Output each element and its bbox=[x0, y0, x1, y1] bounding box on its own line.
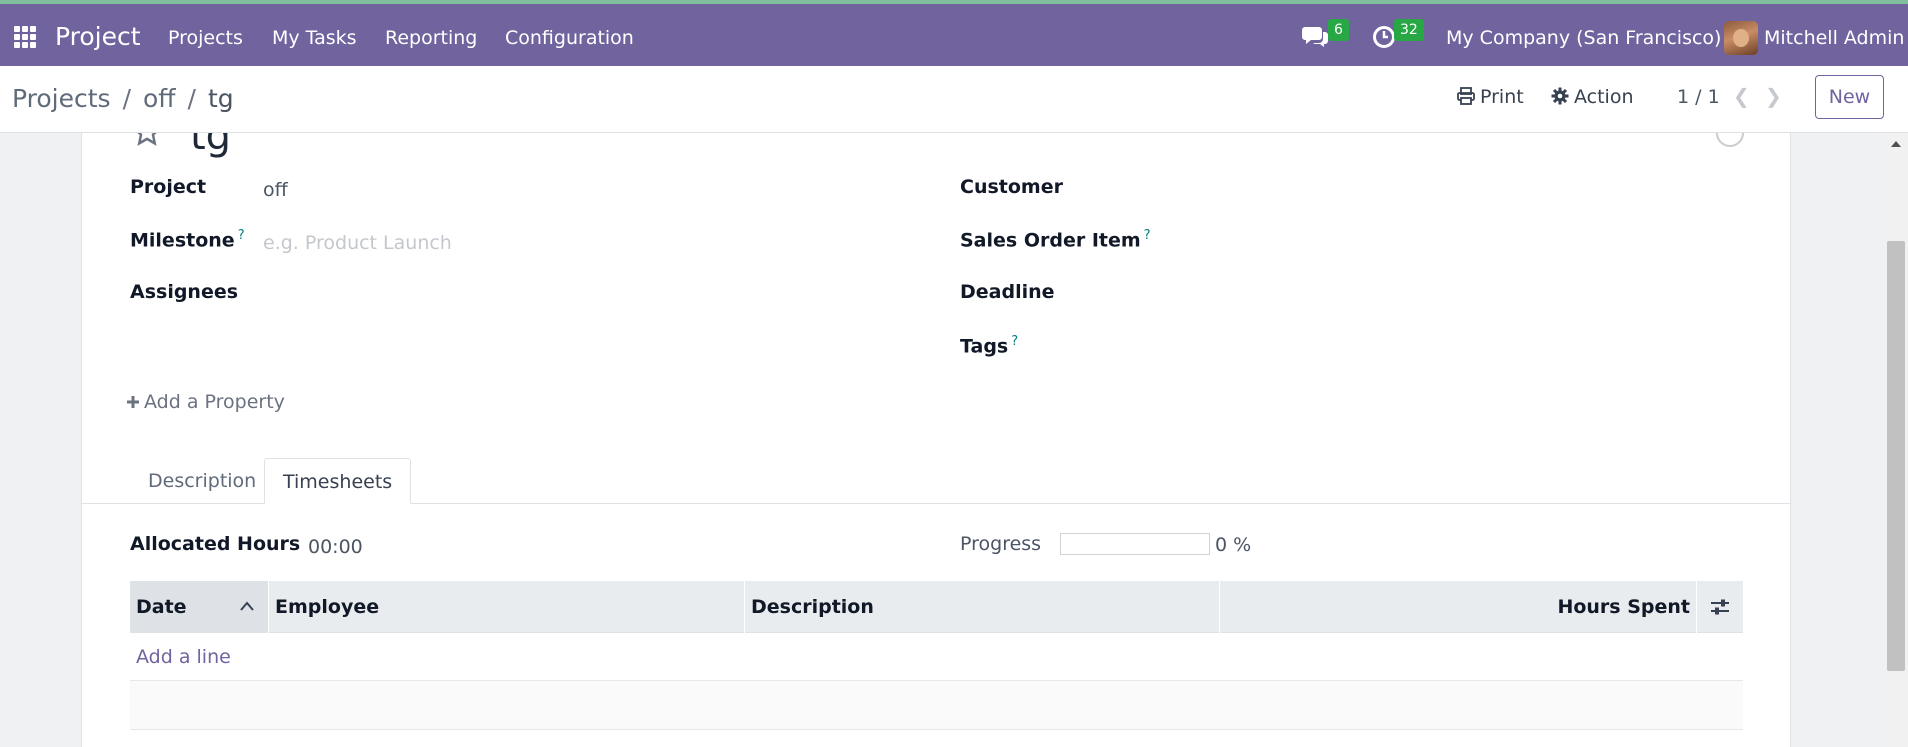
task-status-circle[interactable] bbox=[1716, 133, 1744, 147]
allocated-hours-label: Allocated Hours bbox=[130, 533, 301, 555]
allocated-hours-field[interactable]: 00:00 bbox=[308, 536, 363, 558]
print-label: Print bbox=[1480, 86, 1524, 108]
customer-label: Customer bbox=[960, 176, 1063, 198]
scrollbar-thumb[interactable] bbox=[1887, 241, 1905, 671]
table-row bbox=[130, 681, 1743, 730]
menu-my-tasks[interactable]: My Tasks bbox=[272, 27, 357, 49]
sales-order-item-label: Sales Order Item? bbox=[960, 228, 1151, 251]
sales-order-item-label-text: Sales Order Item bbox=[960, 229, 1141, 252]
activities-badge: 32 bbox=[1394, 19, 1424, 41]
tab-timesheets[interactable]: Timesheets bbox=[264, 458, 412, 504]
add-line-row: Add a line bbox=[130, 633, 1743, 681]
milestone-label: Milestone? bbox=[130, 228, 245, 251]
task-form-sheet: tg Project off Milestone? e.g. Product L… bbox=[81, 133, 1791, 747]
pager-value[interactable]: 1 / 1 bbox=[1677, 86, 1720, 108]
control-panel: Projects / off / tg Print Action 1 / 1 ❮ ❯ N… bbox=[0, 66, 1908, 133]
timesheets-table: Date Employee Description Hours Spent Ad… bbox=[130, 581, 1743, 730]
menu-projects[interactable]: Projects bbox=[168, 27, 243, 49]
breadcrumb-current: tg bbox=[207, 84, 234, 113]
tags-label: Tags? bbox=[960, 334, 1018, 357]
menu-configuration[interactable]: Configuration bbox=[505, 27, 634, 49]
project-field[interactable]: off bbox=[263, 179, 288, 201]
sales-order-item-help-icon[interactable]: ? bbox=[1144, 228, 1151, 243]
add-property-label: Add a Property bbox=[144, 391, 285, 413]
priority-star-icon[interactable] bbox=[132, 133, 162, 147]
company-switcher[interactable]: My Company (San Francisco) bbox=[1446, 27, 1721, 49]
column-employee[interactable]: Employee bbox=[269, 581, 745, 633]
deadline-label: Deadline bbox=[960, 281, 1055, 303]
new-button[interactable]: New bbox=[1815, 75, 1884, 119]
assignees-label: Assignees bbox=[130, 281, 239, 303]
column-description[interactable]: Description bbox=[745, 581, 1220, 633]
top-navbar: Project Projects My Tasks Reporting Conf… bbox=[0, 0, 1908, 66]
column-hours-spent[interactable]: Hours Spent bbox=[1220, 581, 1697, 633]
column-date-label: Date bbox=[136, 596, 187, 618]
breadcrumb-separator: / bbox=[187, 84, 196, 113]
print-button[interactable]: Print bbox=[1457, 86, 1524, 108]
project-label: Project bbox=[130, 176, 207, 198]
milestone-help-icon[interactable]: ? bbox=[238, 228, 245, 243]
tags-help-icon[interactable]: ? bbox=[1011, 334, 1018, 349]
add-property-button[interactable]: Add a Property bbox=[126, 391, 285, 413]
optional-columns-toggle[interactable] bbox=[1697, 581, 1743, 633]
app-brand[interactable]: Project bbox=[55, 22, 141, 51]
menu-reporting[interactable]: Reporting bbox=[385, 27, 477, 49]
action-label: Action bbox=[1574, 86, 1634, 108]
table-header: Date Employee Description Hours Spent bbox=[130, 581, 1743, 633]
page-scrollbar[interactable] bbox=[1884, 133, 1908, 747]
breadcrumb: Projects / off / tg bbox=[12, 84, 234, 113]
sliders-icon bbox=[1711, 599, 1729, 615]
apps-menu-icon[interactable] bbox=[14, 26, 36, 48]
task-title[interactable]: tg bbox=[190, 133, 231, 159]
progress-bar bbox=[1060, 533, 1210, 555]
tab-description[interactable]: Description bbox=[130, 458, 274, 504]
column-date[interactable]: Date bbox=[130, 581, 269, 633]
tags-label-text: Tags bbox=[960, 335, 1009, 358]
progress-value: 0 % bbox=[1215, 534, 1252, 556]
breadcrumb-separator: / bbox=[122, 84, 131, 113]
action-button[interactable]: Action bbox=[1551, 86, 1634, 108]
sort-ascending-icon bbox=[240, 601, 254, 611]
scroll-up-arrow-icon[interactable] bbox=[1891, 141, 1901, 147]
messages-icon[interactable] bbox=[1302, 22, 1330, 50]
progress-label: Progress bbox=[960, 533, 1042, 555]
breadcrumb-project-off[interactable]: off bbox=[143, 84, 176, 113]
gear-icon bbox=[1551, 87, 1569, 105]
plus-icon bbox=[127, 396, 139, 408]
printer-icon bbox=[1457, 87, 1475, 105]
milestone-field[interactable]: e.g. Product Launch bbox=[263, 232, 452, 254]
pager-next-icon[interactable]: ❯ bbox=[1765, 84, 1782, 108]
pager-previous-icon[interactable]: ❮ bbox=[1733, 84, 1750, 108]
add-line-button[interactable]: Add a line bbox=[136, 633, 231, 681]
milestone-label-text: Milestone bbox=[130, 229, 235, 252]
user-avatar[interactable] bbox=[1724, 21, 1758, 55]
messages-badge: 6 bbox=[1328, 19, 1349, 41]
breadcrumb-projects[interactable]: Projects bbox=[12, 84, 111, 113]
user-menu[interactable]: Mitchell Admin bbox=[1764, 27, 1904, 49]
